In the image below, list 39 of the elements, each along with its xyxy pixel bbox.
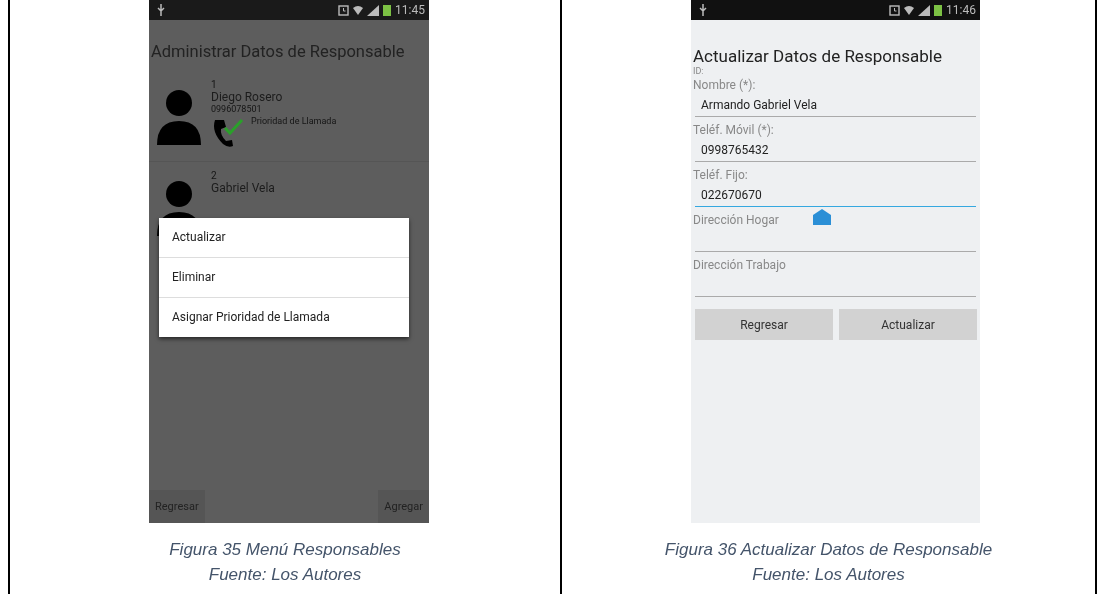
input-field[interactable]: 0998765432 [695,139,976,162]
figure-caption: Figura 35 Menú Responsables [169,539,401,561]
screen-title: Administrar Datos de Responsable [150,42,406,61]
input-field[interactable]: Armando Gabriel Vela [695,94,976,117]
contact-number: 2 [211,170,218,181]
action-button[interactable]: Regresar [695,309,833,340]
source-caption: Fuente: Los Autores [208,564,362,586]
menu-item[interactable]: Asignar Prioridad de Llamada [159,298,409,337]
battery-icon [383,4,392,16]
source-caption: Fuente: Los Autores [752,564,905,586]
status-time: 11:46 [946,3,976,17]
signal-icon [367,4,380,16]
field-label: Dirección Trabajo [692,258,786,272]
status-time: 11:45 [395,3,425,17]
signal-icon [918,4,931,16]
battery-icon [934,4,943,16]
usb-icon [699,4,707,16]
cursor-handle-icon [813,209,831,225]
wifi-icon [353,4,364,16]
id-label: ID: [692,66,704,76]
wifi-icon [904,4,915,16]
input-field[interactable]: 022670670 [695,184,976,207]
menu-item[interactable]: Eliminar [159,258,409,298]
field-label: Teléf. Móvil (*): [692,123,774,137]
person-icon [157,89,201,147]
contact-name: Diego Rosero [211,90,284,104]
alarm-icon [338,4,350,16]
field-label: Teléf. Fijo: [692,168,748,182]
menu-item[interactable]: Actualizar [159,218,409,258]
screen-title: Actualizar Datos de Responsable [692,46,943,66]
usb-icon [157,4,165,16]
contact-name: Gabriel Vela [211,181,275,195]
alarm-icon [889,4,901,16]
field-label: Nombre (*): [692,78,756,92]
priority-label: Prioridad de Llamada [251,116,337,126]
action-button[interactable]: Actualizar [839,309,977,340]
contact-phone: 0996078501 [211,104,263,114]
field-label: Dirección Hogar [692,213,779,227]
figure-caption: Figura 36 Actualizar Datos de Responsable [664,539,993,561]
